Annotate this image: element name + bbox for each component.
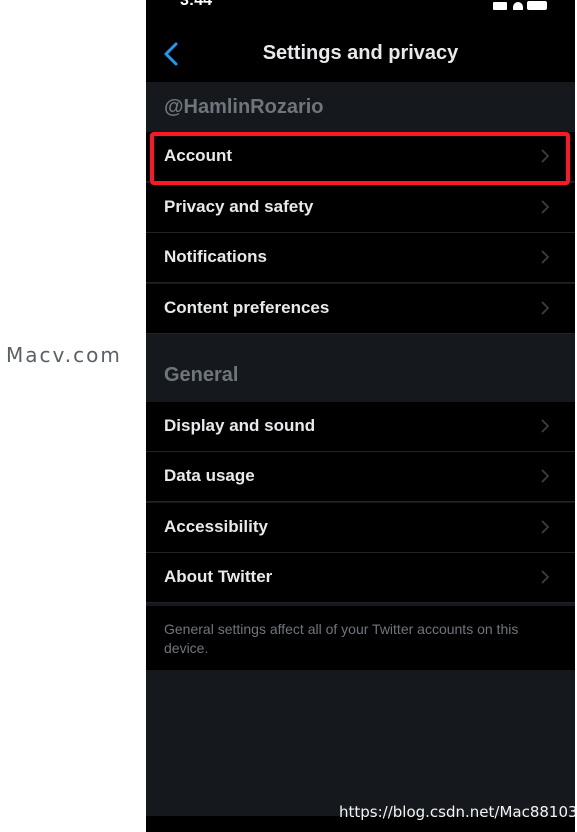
nav-bar: Settings and privacy <box>146 16 575 82</box>
settings-item-notifications[interactable]: Notifications <box>146 233 575 283</box>
settings-item-label: Data usage <box>164 466 255 485</box>
settings-item-label: Notifications <box>164 247 267 266</box>
status-time: 3:44 <box>180 0 213 9</box>
watermark-left: Macv.com <box>6 343 122 367</box>
general-section-header: General <box>146 334 575 402</box>
settings-item-privacy-and-safety[interactable]: Privacy and safety <box>146 183 575 233</box>
wifi-icon <box>513 2 523 10</box>
username-heading: @HamlinRozario <box>164 96 324 118</box>
chevron-right-icon <box>541 301 550 315</box>
general-heading: General <box>164 364 239 386</box>
settings-item-label: About Twitter <box>164 567 273 586</box>
chevron-right-icon <box>541 570 550 584</box>
chevron-right-icon <box>541 469 550 483</box>
settings-item-content-preferences[interactable]: Content preferences <box>146 284 575 334</box>
status-bar: 3:44 <box>146 0 575 16</box>
battery-icon <box>527 1 547 10</box>
signal-icon <box>493 2 507 10</box>
footer-note-text: General settings affect all of your Twit… <box>164 621 519 656</box>
account-highlight-box <box>150 132 570 185</box>
page-title: Settings and privacy <box>262 42 459 64</box>
settings-item-display-and-sound[interactable]: Display and sound <box>146 402 575 452</box>
settings-item-data-usage[interactable]: Data usage <box>146 452 575 502</box>
status-icons <box>493 0 553 10</box>
chevron-right-icon <box>541 250 550 264</box>
phone-screen: 3:44 Settings and privacy @HamlinRozario… <box>146 0 575 832</box>
watermark-bottom: https://blog.csdn.net/Mac881030 <box>339 803 577 821</box>
settings-item-about-twitter[interactable]: About Twitter <box>146 553 575 603</box>
account-section-header: @HamlinRozario <box>146 82 575 132</box>
settings-item-label: Content preferences <box>164 298 330 317</box>
settings-item-accessibility[interactable]: Accessibility <box>146 503 575 553</box>
general-footer-note: General settings affect all of your Twit… <box>146 606 575 670</box>
chevron-right-icon <box>541 200 550 214</box>
settings-item-label: Privacy and safety <box>164 197 314 216</box>
chevron-right-icon <box>541 419 550 433</box>
settings-item-label: Display and sound <box>164 416 316 435</box>
chevron-right-icon <box>541 520 550 534</box>
settings-item-label: Accessibility <box>164 517 268 536</box>
